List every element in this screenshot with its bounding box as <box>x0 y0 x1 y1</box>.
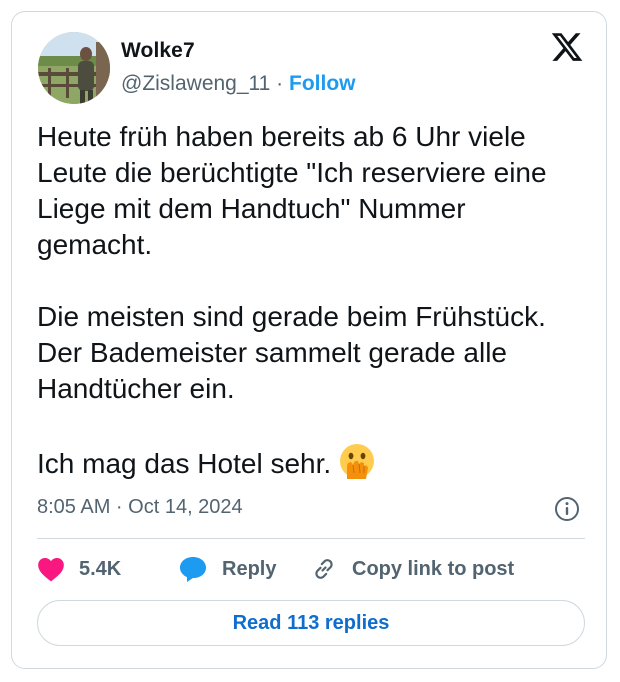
author-handle[interactable]: @Zislaweng_11 <box>121 72 270 95</box>
tweet-body: Heute früh haben bereits ab 6 Uhr viele … <box>37 121 547 479</box>
like-count: 5.4K <box>79 557 122 580</box>
like-button[interactable]: 5.4K <box>37 552 121 586</box>
author-avatar[interactable] <box>38 32 110 104</box>
follow-button[interactable]: Follow <box>289 72 356 95</box>
copy-link-label: Copy link to post <box>352 557 515 580</box>
tweet-timestamp[interactable]: 8:05 AM · Oct 14, 2024 <box>37 496 243 519</box>
action-bar: 5.4K Reply Copy link to post <box>37 552 587 586</box>
tweet-text: Heute früh haben bereits ab 6 Uhr viele … <box>37 119 597 482</box>
read-replies-button[interactable]: Read 113 replies <box>37 600 585 646</box>
tweet-embed-card: Wolke7 @Zislaweng_11 · Follow Heute früh… <box>11 11 607 669</box>
x-logo-icon[interactable] <box>550 30 584 64</box>
heart-icon <box>38 558 64 582</box>
author-handle-row: @Zislaweng_11 · Follow <box>121 72 356 96</box>
copy-link-button[interactable]: Copy link to post <box>310 552 514 586</box>
info-icon[interactable] <box>553 495 581 523</box>
separator-dot: · <box>270 72 290 95</box>
author-name[interactable]: Wolke7 <box>121 39 195 63</box>
reply-button[interactable]: Reply <box>178 552 276 586</box>
reply-bubble-icon <box>180 557 206 582</box>
reply-label: Reply <box>222 557 277 580</box>
link-icon <box>315 559 333 579</box>
face-with-hand-over-mouth-icon <box>339 443 375 479</box>
divider <box>37 538 585 539</box>
